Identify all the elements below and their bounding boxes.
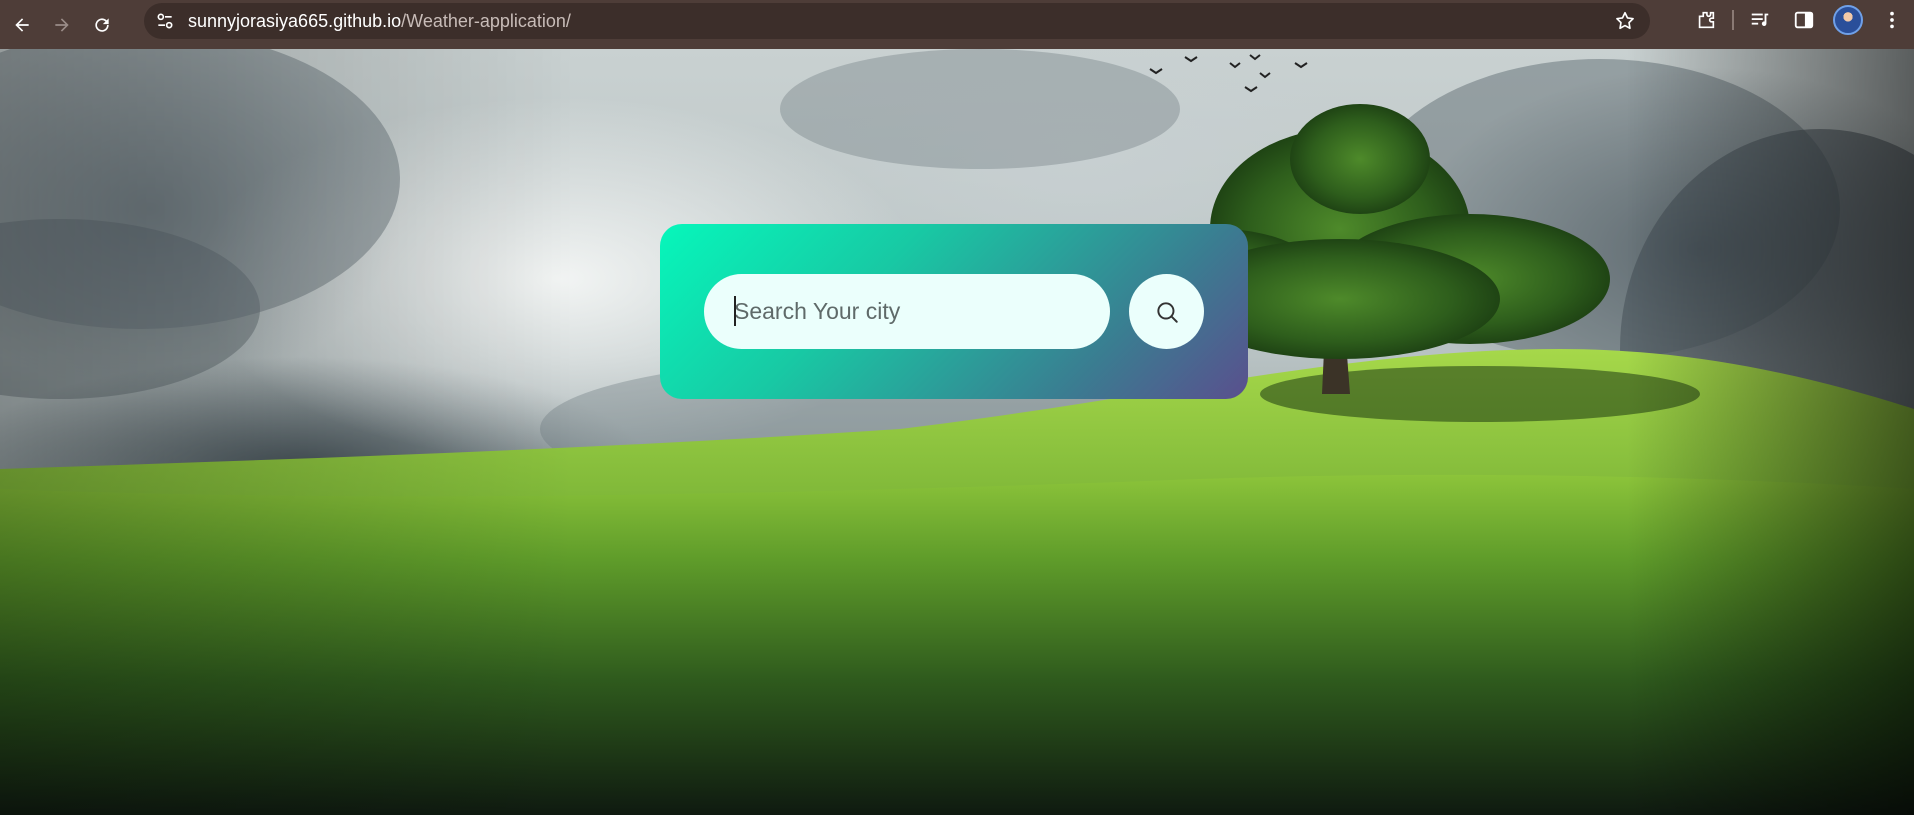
- background-landscape-image: [0, 49, 1914, 815]
- url-path: /Weather-application/: [401, 10, 571, 31]
- url-host: sunnyjorasiya665.github.io: [188, 10, 402, 31]
- more-menu-button[interactable]: [1870, 0, 1914, 40]
- browser-toolbar: sunnyjorasiya665.github.io/Weather-appli…: [0, 0, 1914, 49]
- extensions-button[interactable]: [1684, 0, 1728, 40]
- media-controls-icon: [1751, 13, 1769, 27]
- bookmark-star-icon[interactable]: [1614, 10, 1636, 32]
- extensions-icon: [1698, 11, 1715, 29]
- address-bar[interactable]: sunnyjorasiya665.github.io/Weather-appli…: [144, 3, 1650, 39]
- side-panel-icon: [1794, 11, 1814, 29]
- profile-avatar: [1833, 5, 1863, 35]
- url-text: sunnyjorasiya665.github.io/Weather-appli…: [188, 11, 571, 32]
- reload-button[interactable]: [84, 7, 120, 43]
- search-card: [660, 224, 1248, 399]
- text-caret: [734, 296, 736, 326]
- more-menu-icon: [1890, 11, 1894, 29]
- search-button[interactable]: [1129, 274, 1204, 349]
- forward-arrow-icon: [55, 17, 69, 32]
- back-arrow-icon: [15, 17, 29, 32]
- side-panel-button[interactable]: [1782, 0, 1826, 40]
- toolbar-right: [1684, 0, 1914, 40]
- back-button[interactable]: [4, 7, 40, 43]
- forward-button[interactable]: [44, 7, 80, 43]
- city-search-input[interactable]: [704, 274, 1110, 349]
- toolbar-divider: [1732, 10, 1734, 30]
- profile-button[interactable]: [1826, 0, 1870, 40]
- reload-icon: [95, 17, 109, 32]
- weather-app-page: [0, 49, 1914, 815]
- media-controls-button[interactable]: [1738, 0, 1782, 40]
- search-icon: [1156, 301, 1178, 323]
- site-settings-icon[interactable]: [154, 10, 176, 32]
